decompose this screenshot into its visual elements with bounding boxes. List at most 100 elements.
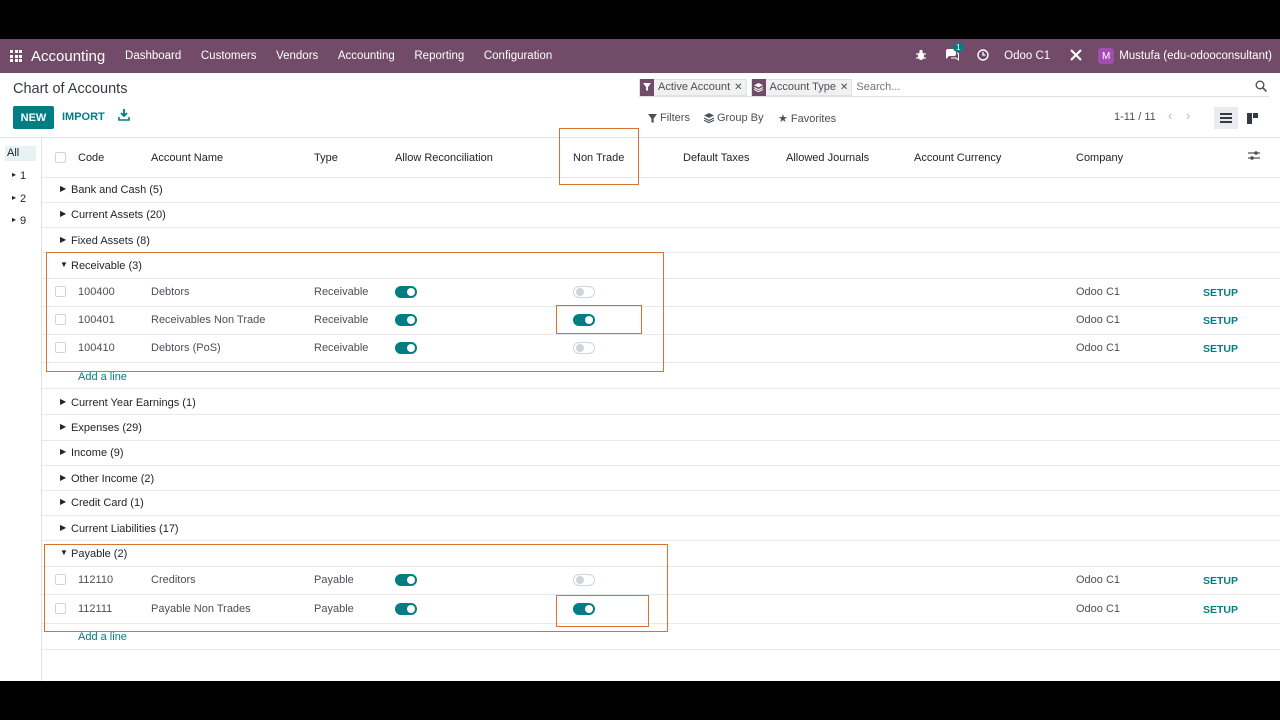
collapsed-caret-icon: ▶ [60,497,67,506]
group-by-label: Group By [717,112,764,124]
group-label: Expenses (29) [71,422,142,434]
group-label: Current Year Earnings (1) [71,397,196,409]
group-label: Bank and Cash (5) [71,184,163,196]
apps-menu-icon[interactable] [10,50,22,62]
debug-bug-icon[interactable] [915,49,927,64]
group-row[interactable]: ▶ Fixed Assets (8) [60,235,150,247]
company-cell[interactable]: Odoo C1 [1076,574,1120,586]
column-header-allowed-journals[interactable]: Allowed Journals [786,152,869,164]
search-input[interactable] [856,81,1237,93]
group-row[interactable]: ▶ Other Income (2) [60,473,154,485]
search-bar: Active Account ✕ Account Type ✕ [639,78,1269,97]
menu-vendors[interactable]: Vendors [266,50,328,62]
download-icon[interactable] [118,109,130,124]
column-header-type[interactable]: Type [314,152,338,164]
divider [42,490,1280,491]
menu-accounting[interactable]: Accounting [328,50,405,62]
user-menu[interactable]: Mustufa (edu-odooconsultant) [1119,50,1272,62]
search-panel: All ▸ 1 ▸ 2 ▸ 9 [0,138,42,681]
collapsed-caret-icon: ▶ [60,184,67,193]
list-view-button[interactable] [1214,107,1238,129]
group-row[interactable]: ▶ Income (9) [60,447,124,459]
tools-icon[interactable] [1069,48,1083,65]
group-label: Current Liabilities (17) [71,523,179,535]
setup-button[interactable]: SETUP [1203,287,1238,299]
pager-next-icon[interactable]: › [1186,108,1190,123]
menu-configuration[interactable]: Configuration [474,50,562,62]
pager-value[interactable]: 1-11 / 11 [1114,111,1156,123]
page-title[interactable]: Chart of Accounts [13,81,127,97]
divider [42,540,1280,541]
divider [42,440,1280,441]
group-row[interactable]: ▶ Credit Card (1) [60,497,144,509]
new-button[interactable]: NEW [13,106,54,129]
divider [42,388,1280,389]
collapsed-caret-icon: ▶ [60,397,67,406]
side-panel-item-9[interactable]: ▸ 9 [12,215,26,227]
group-label: Income (9) [71,447,124,459]
menu-customers[interactable]: Customers [191,50,266,62]
setup-button[interactable]: SETUP [1203,604,1238,616]
group-row[interactable]: ▶ Current Liabilities (17) [60,523,179,535]
facet-label: Active Account [658,81,731,93]
group-row[interactable]: ▶ Current Assets (20) [60,209,166,221]
setup-button[interactable]: SETUP [1203,343,1238,355]
facet-active-account: Active Account ✕ [639,78,747,96]
search-icon[interactable] [1255,80,1268,95]
star-icon: ★ [778,113,788,125]
add-line-link[interactable]: Add a line [78,371,127,383]
collapsed-caret-icon: ▶ [60,523,67,532]
pager-previous-icon[interactable]: ‹ [1168,108,1172,123]
top-navbar: Accounting Dashboard Customers Vendors A… [0,39,1280,73]
group-by-dropdown[interactable]: Group By [704,112,763,124]
company-cell[interactable]: Odoo C1 [1076,603,1120,615]
column-header-code[interactable]: Code [78,152,104,164]
app-screen: Accounting Dashboard Customers Vendors A… [0,39,1280,681]
chat-icon[interactable]: 1 [945,42,964,64]
collapsed-caret-icon: ▶ [60,473,67,482]
side-panel-item-label: 2 [20,193,27,205]
menu-reporting[interactable]: Reporting [405,50,474,62]
setup-button[interactable]: SETUP [1203,315,1238,327]
group-row[interactable]: ▶ Current Year Earnings (1) [60,397,196,409]
group-row[interactable]: ▶ Expenses (29) [60,422,142,434]
add-line-link[interactable]: Add a line [78,631,127,643]
side-panel-item-2[interactable]: ▸ 2 [12,193,26,205]
select-all-checkbox[interactable] [55,152,66,163]
layers-icon [704,113,714,123]
group-row[interactable]: ▶ Bank and Cash (5) [60,184,163,196]
kanban-view-button[interactable] [1240,107,1264,129]
group-label: Other Income (2) [71,473,155,485]
divider [42,177,1280,178]
favorites-dropdown[interactable]: ★ Favorites [778,112,836,126]
app-name[interactable]: Accounting [31,48,105,65]
kanban-icon [1246,112,1258,124]
company-cell[interactable]: Odoo C1 [1076,342,1120,354]
user-avatar[interactable]: M [1098,48,1115,64]
column-header-default-taxes[interactable]: Default Taxes [683,152,749,164]
divider [42,465,1280,466]
menu-dashboard[interactable]: Dashboard [115,50,191,62]
remove-facet-icon[interactable]: ✕ [734,82,745,93]
import-button[interactable]: IMPORT [62,111,105,123]
collapsed-caret-icon: ▶ [60,235,67,244]
facet-account-type: Account Type ✕ [750,78,853,96]
company-cell[interactable]: Odoo C1 [1076,314,1120,326]
group-label: Current Assets (20) [71,209,166,221]
side-panel-item-1[interactable]: ▸ 1 [12,170,26,182]
clock-activity-icon[interactable] [977,48,989,64]
filters-label: Filters [660,112,690,124]
side-panel-all[interactable]: All [5,146,36,161]
remove-facet-icon[interactable]: ✕ [840,82,851,93]
filters-dropdown[interactable]: Filters [648,112,690,124]
optional-columns-icon[interactable] [1248,150,1260,164]
group-label: Fixed Assets (8) [71,235,150,247]
column-header-account-name[interactable]: Account Name [151,152,223,164]
column-header-allow-reconciliation[interactable]: Allow Reconciliation [395,152,493,164]
company-cell[interactable]: Odoo C1 [1076,286,1120,298]
column-header-company[interactable]: Company [1076,152,1123,164]
column-header-account-currency[interactable]: Account Currency [914,152,1001,164]
company-switcher[interactable]: Odoo C1 [1004,50,1050,62]
setup-button[interactable]: SETUP [1203,575,1238,587]
highlight-non-trade-header [559,128,639,185]
